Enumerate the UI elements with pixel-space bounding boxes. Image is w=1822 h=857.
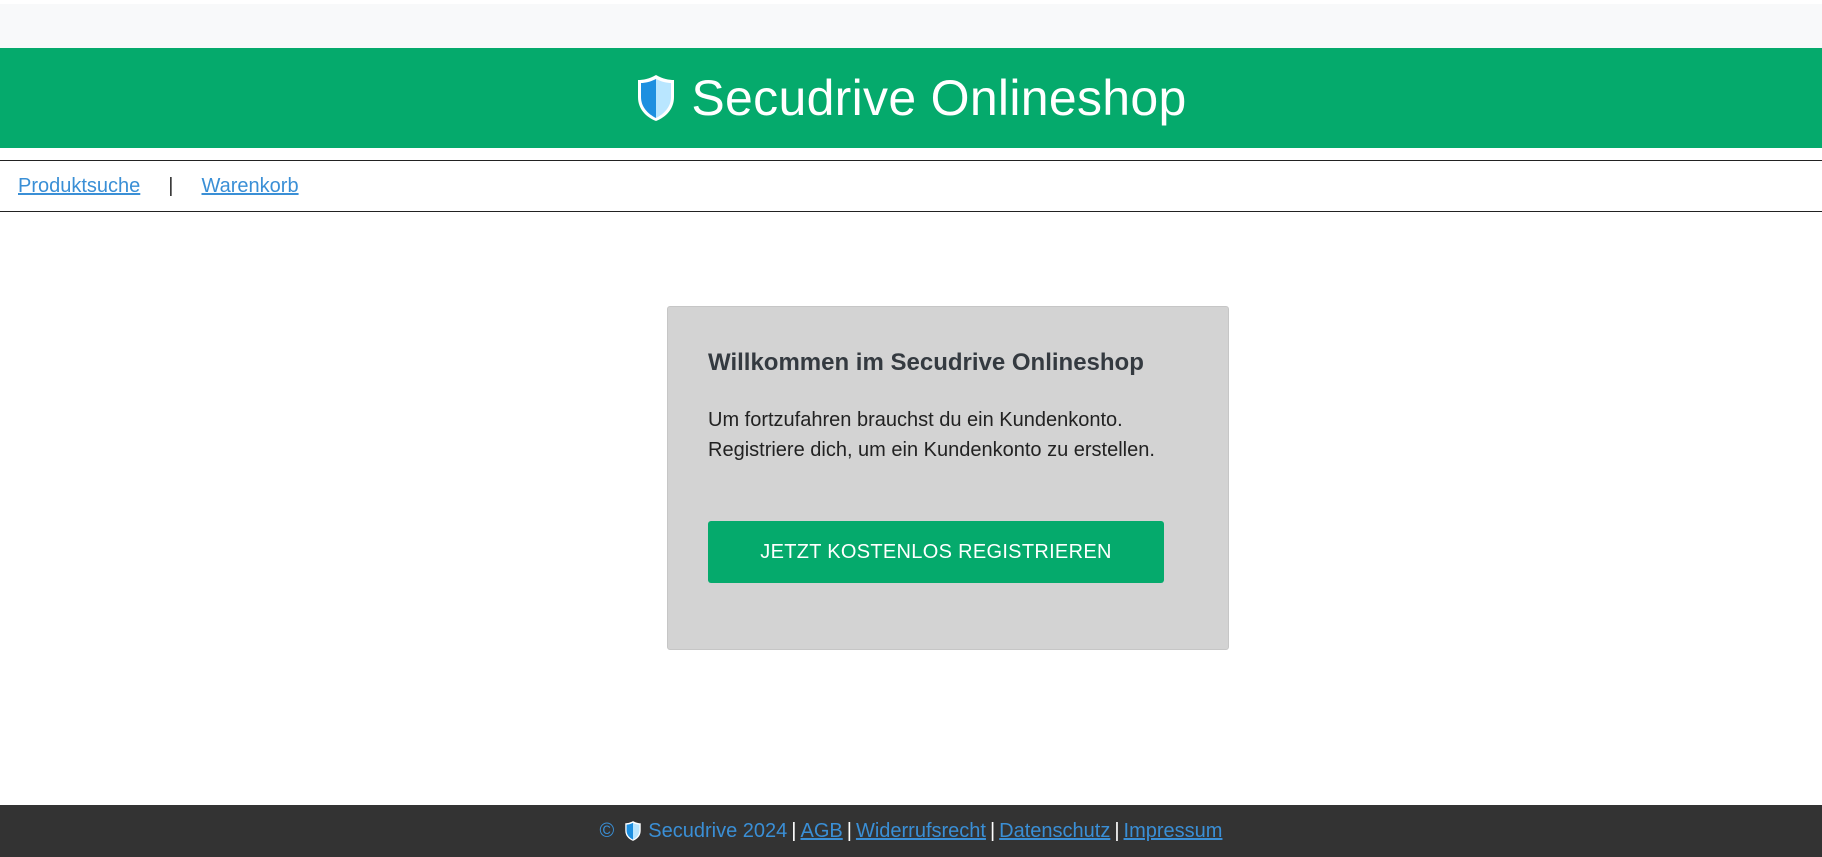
main-nav: Produktsuche | Warenkorb xyxy=(0,160,1822,212)
welcome-heading: Willkommen im Secudrive Onlineshop xyxy=(708,349,1144,376)
footer-separator: | xyxy=(791,819,797,842)
top-strip xyxy=(0,0,1822,48)
register-button[interactable]: JETZT KOSTENLOS REGISTRIEREN xyxy=(708,521,1164,583)
site-footer: © Secudrive 2024 | AGB | Widerrufsrecht … xyxy=(0,805,1822,857)
copyright-symbol: © xyxy=(599,819,615,842)
footer-separator: | xyxy=(846,819,852,842)
nav-link-warenkorb[interactable]: Warenkorb xyxy=(202,175,299,198)
site-header: Secudrive Onlineshop xyxy=(0,48,1822,148)
shield-icon xyxy=(638,75,675,121)
footer-link-agb[interactable]: AGB xyxy=(800,820,842,843)
welcome-card: Willkommen im Secudrive Onlineshop Um fo… xyxy=(667,306,1229,650)
footer-separator: | xyxy=(1114,819,1120,842)
welcome-text-line1: Um fortzufahren brauchst du ein Kundenko… xyxy=(708,409,1123,431)
footer-brand-year: Secudrive 2024 xyxy=(648,819,788,842)
nav-separator: | xyxy=(168,174,174,197)
footer-separator: | xyxy=(989,819,996,842)
site-title: Secudrive Onlineshop xyxy=(691,70,1187,126)
footer-link-impressum[interactable]: Impressum xyxy=(1124,820,1223,843)
footer-link-datenschutz[interactable]: Datenschutz xyxy=(999,820,1110,843)
nav-link-produktsuche[interactable]: Produktsuche xyxy=(18,175,140,198)
footer-link-widerrufsrecht[interactable]: Widerrufsrecht xyxy=(856,820,986,843)
shield-icon xyxy=(625,821,642,841)
welcome-text-line2: Registriere dich, um ein Kundenkonto zu … xyxy=(708,439,1155,461)
